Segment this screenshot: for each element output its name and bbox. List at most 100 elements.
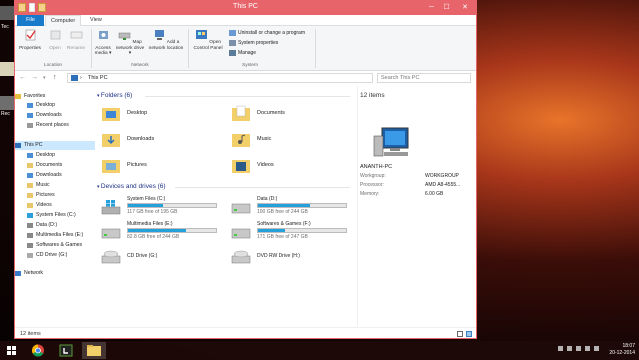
content-pane: ▾ Folders (6) Desktop Documents Download… xyxy=(97,86,355,326)
folder-downloads[interactable]: Downloads xyxy=(101,130,211,152)
open-button[interactable]: Open xyxy=(45,29,65,51)
tray-volume-icon[interactable] xyxy=(594,346,599,351)
nav-desktop[interactable]: Desktop xyxy=(15,151,95,160)
up-arrow-icon[interactable]: ↑ xyxy=(53,74,57,81)
drive-icon xyxy=(27,223,33,228)
downloads-icon xyxy=(27,173,33,178)
uninstall-program-button[interactable]: Uninstall or change a program xyxy=(229,30,305,36)
nav-network[interactable]: Network xyxy=(15,269,95,278)
nav-drive-f[interactable]: Softwares & Games xyxy=(15,241,95,250)
ribbon: Properties Open Rename Location Access m… xyxy=(15,26,476,71)
maximize-button[interactable]: ☐ xyxy=(439,1,454,15)
system-properties-button[interactable]: System properties xyxy=(229,40,278,46)
nav-fav-desktop[interactable]: Desktop xyxy=(15,101,95,110)
desktop-label-3: Rec xyxy=(1,111,10,117)
drive-c[interactable]: System Files (C:) 117 GB free of 195 GB xyxy=(101,196,219,218)
dvd-drive-icon xyxy=(231,250,251,264)
nav-pictures[interactable]: Pictures xyxy=(15,191,95,200)
desktop-icon-1[interactable] xyxy=(0,6,14,20)
folder-pictures[interactable]: Pictures xyxy=(101,156,211,178)
close-button[interactable]: ✕ xyxy=(454,1,476,15)
drive-icon xyxy=(27,243,33,248)
nav-videos[interactable]: Videos xyxy=(15,201,95,210)
processor-row: Processor: AMD A8-4555... xyxy=(360,182,461,188)
cd-drive-icon xyxy=(27,253,33,258)
nav-fav-downloads[interactable]: Downloads xyxy=(15,111,95,120)
minimize-button[interactable]: ─ xyxy=(424,1,439,15)
clock[interactable]: 18:07 20-12-2014 xyxy=(609,343,635,357)
documents-folder-icon xyxy=(232,105,250,121)
windows-drive-icon xyxy=(27,213,33,218)
chrome-taskbar-icon[interactable] xyxy=(26,342,50,359)
group-network-label: Network xyxy=(131,63,149,68)
computer-icon xyxy=(71,75,78,81)
folder-desktop[interactable]: Desktop xyxy=(101,104,211,126)
address-bar[interactable]: › This PC xyxy=(67,73,373,83)
rename-icon xyxy=(70,31,82,39)
tab-computer[interactable]: Computer xyxy=(45,15,82,26)
workgroup-row: Workgroup: WORKGROUP xyxy=(360,173,459,179)
details-view-icon[interactable] xyxy=(457,331,463,337)
nav-fav-recent[interactable]: Recent places xyxy=(15,121,95,130)
open-control-panel-button[interactable]: Open Control Panel xyxy=(190,29,226,51)
nav-documents[interactable]: Documents xyxy=(15,161,95,170)
explorer-window: This PC ─ ☐ ✕ File Computer View Propert… xyxy=(14,0,477,339)
music-icon xyxy=(27,183,33,188)
recent-dropdown-icon[interactable]: ▾ xyxy=(43,75,46,81)
desktop-icon-3[interactable] xyxy=(0,96,14,110)
desktop-icon-2[interactable] xyxy=(0,62,14,76)
nav-favorites[interactable]: Favorites xyxy=(15,92,95,101)
start-button[interactable] xyxy=(0,342,24,359)
tab-view[interactable]: View xyxy=(85,15,107,26)
search-input[interactable]: Search This PC xyxy=(377,73,471,83)
nav-drive-d[interactable]: Data (D:) xyxy=(15,221,95,230)
folder-videos[interactable]: Videos xyxy=(231,156,341,178)
title-bar[interactable]: This PC ─ ☐ ✕ xyxy=(15,1,476,15)
properties-button[interactable]: Properties xyxy=(17,29,43,51)
add-network-location-button[interactable]: Add a network location xyxy=(147,29,185,51)
drive-d-usage-bar xyxy=(257,203,347,208)
cd-drive-icon xyxy=(101,250,121,264)
drive-f[interactable]: Softwares & Games (F:) 171 GB free of 24… xyxy=(231,221,349,243)
network-icon xyxy=(15,271,21,276)
tray-battery-icon[interactable] xyxy=(576,346,581,351)
ribbon-separator xyxy=(188,29,189,68)
rename-button[interactable]: Rename xyxy=(65,29,87,51)
large-icons-view-icon[interactable] xyxy=(466,331,472,337)
back-arrow-icon[interactable]: ← xyxy=(19,74,26,81)
devices-header[interactable]: ▾ Devices and drives (6) xyxy=(97,183,350,190)
folders-header[interactable]: ▾ Folders (6) xyxy=(97,92,350,99)
nav-drive-e[interactable]: Multimedia Files (E:) xyxy=(15,231,95,240)
folder-documents[interactable]: Documents xyxy=(231,104,341,126)
documents-icon xyxy=(27,163,33,168)
forward-arrow-icon[interactable]: → xyxy=(31,74,38,81)
tray-network-icon[interactable] xyxy=(585,346,590,351)
drive-g[interactable]: CD Drive (G:) xyxy=(101,246,219,268)
drive-icon xyxy=(231,228,251,239)
drive-icon xyxy=(27,233,33,238)
network-location-icon xyxy=(154,30,164,40)
drive-d[interactable]: Data (D:) 100 GB free of 244 GB xyxy=(231,196,349,218)
nav-downloads[interactable]: Downloads xyxy=(15,171,95,180)
status-item-count: 12 items xyxy=(20,331,41,337)
computer-icon xyxy=(373,127,409,157)
nav-this-pc[interactable]: This PC xyxy=(15,141,95,150)
nav-drive-c[interactable]: System Files (C:) xyxy=(15,211,95,220)
nav-drive-g[interactable]: CD Drive (G:) xyxy=(15,251,95,260)
app-taskbar-icon[interactable] xyxy=(54,342,78,359)
tray-flag-icon[interactable] xyxy=(567,346,572,351)
map-network-drive-button[interactable]: Map network drive ▾ xyxy=(114,29,146,57)
folder-music[interactable]: Music xyxy=(231,130,341,152)
tab-file[interactable]: File xyxy=(17,15,44,26)
drive-e[interactable]: Multimedia Files (E:) 82.8 GB free of 24… xyxy=(101,221,219,243)
drive-h[interactable]: DVD RW Drive (H:) xyxy=(231,246,349,268)
manage-button[interactable]: Manage xyxy=(229,50,256,56)
open-icon xyxy=(50,30,60,40)
nav-music[interactable]: Music xyxy=(15,181,95,190)
tray-arrow-icon[interactable] xyxy=(558,346,563,351)
manage-icon xyxy=(229,50,236,56)
file-explorer-taskbar-icon[interactable] xyxy=(82,342,106,359)
file-explorer-icon xyxy=(87,345,101,356)
access-media-button[interactable]: Access media ▾ xyxy=(93,29,113,57)
drive-icon xyxy=(101,228,121,239)
